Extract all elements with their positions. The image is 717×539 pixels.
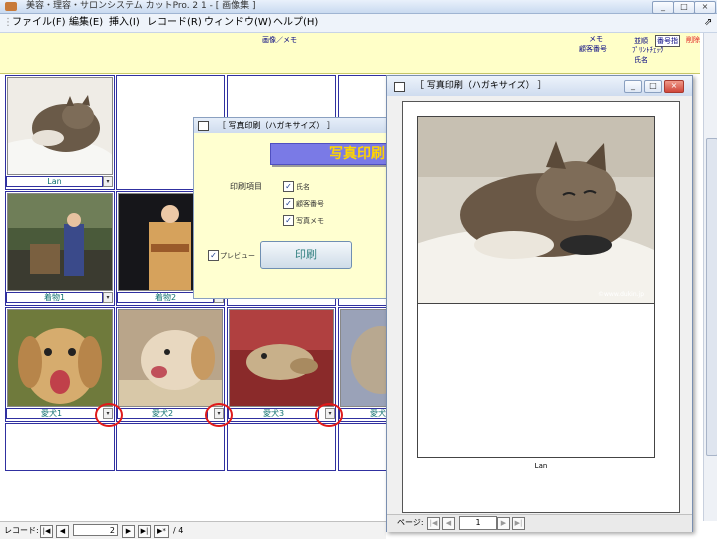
highlight-ring (95, 403, 123, 427)
preview-window-icon (394, 82, 405, 92)
status-bar: レコード: |◀ ◀ 2 ▶ ▶| ▶* / 4 (0, 521, 386, 539)
record-label: レコード: (4, 526, 39, 535)
window-title: 美容・理容・サロンシステム カットPro. 2 1 - [ 画像集 ] (26, 1, 256, 11)
photo-caption: 愛犬2 (117, 408, 208, 419)
photo-caption: 愛犬 (339, 408, 386, 419)
dialog-banner: 写真印刷 (270, 143, 390, 165)
menu-bar: ⋮ ファイル(F) 編集(E) 挿入(I) レコード(R) ウィンドウ(W) ヘ… (0, 14, 717, 33)
photo-caption: 愛犬3 (228, 408, 319, 419)
menu-file[interactable]: ファイル(F) (12, 16, 66, 30)
vertical-scrollbar[interactable] (703, 33, 717, 521)
first-page-button[interactable]: |◀ (427, 517, 440, 530)
print-button[interactable]: 印刷 (260, 241, 352, 269)
print-items-label: 印刷項目 (230, 182, 262, 191)
memo-area (417, 302, 655, 458)
preview-caption: Lan (534, 462, 548, 470)
dog-photo-2 (118, 309, 223, 407)
image-memo-header: 画像／メモ (262, 36, 297, 44)
grid-cell[interactable]: 愛犬 (338, 307, 387, 422)
grid-cell[interactable]: 愛犬2 ▾ (116, 307, 225, 422)
grid-cell[interactable] (338, 423, 387, 471)
grid-cell[interactable]: 愛犬1 ▾ (5, 307, 115, 422)
cat-photo (7, 77, 113, 175)
last-record-button[interactable]: ▶| (138, 525, 151, 538)
highlight-ring (205, 403, 233, 427)
highlight-ring (315, 403, 343, 427)
photo-caption: Lan (6, 176, 103, 187)
menu-help[interactable]: ヘルプ(H) (273, 16, 318, 30)
dialog-title: ［ 写真印刷（ハガキサイズ） ］ (218, 121, 335, 130)
name-checkbox[interactable]: ✓ (283, 181, 294, 192)
grid-cell[interactable]: Lan ▾ (5, 75, 115, 190)
list-header: 画像／メモ メモ 顧客番号 並順 番号指 削除 ﾌﾟﾘﾝﾄﾁｪｯｸ 氏名 (0, 33, 700, 74)
delete-header[interactable]: 削除 (686, 35, 700, 45)
minimize-button[interactable]: _ (652, 1, 674, 14)
preview-label: プレビュー (220, 252, 255, 260)
dialog-icon (198, 121, 209, 131)
record-total: / 4 (173, 526, 184, 535)
banner-text: 写真印刷 (329, 146, 385, 162)
kimono-photo-1 (7, 193, 113, 291)
grid-cell[interactable] (5, 423, 115, 471)
close-button[interactable]: × (694, 1, 716, 14)
preview-title: ［ 写真印刷（ハガキサイズ） ］ (415, 81, 547, 91)
scrollbar-thumb[interactable] (706, 138, 717, 456)
preview-close-button[interactable]: × (664, 80, 684, 93)
name-header: 氏名 (634, 56, 648, 64)
prev-record-button[interactable]: ◀ (56, 525, 69, 538)
preview-title-bar: ［ 写真印刷（ハガキサイズ） ］ _ □ × (387, 76, 692, 96)
preview-restore-button[interactable]: □ (644, 80, 662, 93)
preview-minimize-button[interactable]: _ (624, 80, 642, 93)
photo-caption: 着物1 (6, 292, 103, 303)
name-option-label: 氏名 (296, 183, 310, 191)
dog-photo-1 (7, 309, 113, 407)
next-record-button[interactable]: ▶ (122, 525, 135, 538)
first-record-button[interactable]: |◀ (40, 525, 53, 538)
dropdown-icon[interactable]: ▾ (103, 292, 113, 303)
photo-memo-checkbox[interactable]: ✓ (283, 215, 294, 226)
dialog-title-bar: ［ 写真印刷（ハガキサイズ） ］ (194, 118, 390, 133)
page-number-field[interactable]: 1 (459, 516, 497, 530)
preview-checkbox[interactable]: ✓ (208, 250, 219, 261)
record-number-field[interactable]: 2 (73, 524, 118, 536)
grid-cell[interactable]: 着物1 ▾ (5, 191, 115, 306)
menu-insert[interactable]: 挿入(I) (109, 16, 140, 30)
dropdown-icon[interactable]: ▾ (103, 176, 113, 187)
photo-watermark: ©www.dukin.jp (598, 291, 645, 298)
app-icon (5, 2, 17, 11)
next-page-button[interactable]: ▶ (497, 517, 510, 530)
customer-no-checkbox[interactable]: ✓ (283, 198, 294, 209)
menu-edit[interactable]: 編集(E) (69, 16, 103, 30)
dog-photo-3 (229, 309, 334, 407)
page-label: ページ: (397, 518, 424, 527)
last-page-button[interactable]: ▶| (512, 517, 525, 530)
print-dialog: ［ 写真印刷（ハガキサイズ） ］ 写真印刷 印刷項目 ✓ 氏名 ✓ 顧客番号 ✓… (193, 117, 391, 299)
preview-cat-photo: ©www.dukin.jp (417, 116, 655, 304)
photo-memo-option-label: 写真メモ (296, 217, 324, 225)
grid-cell[interactable] (227, 423, 336, 471)
postcard-page: ©www.dukin.jp Lan (402, 101, 680, 513)
title-bar: 美容・理容・サロンシステム カットPro. 2 1 - [ 画像集 ] _ □ … (0, 0, 717, 14)
pin-icon[interactable]: ⇗ (704, 16, 712, 30)
memo-header: メモ (589, 35, 603, 43)
dog-photo-4 (340, 309, 386, 407)
print-check-header: ﾌﾟﾘﾝﾄﾁｪｯｸ (632, 46, 664, 54)
prev-page-button[interactable]: ◀ (442, 517, 455, 530)
new-record-button[interactable]: ▶* (154, 525, 169, 538)
menu-window[interactable]: ウィンドウ(W) (204, 16, 272, 30)
restore-button[interactable]: □ (673, 1, 695, 14)
photo-caption: 愛犬1 (6, 408, 97, 419)
print-preview-window: ［ 写真印刷（ハガキサイズ） ］ _ □ × ©www.dukin.jp Lan… (386, 75, 693, 532)
menu-record[interactable]: レコード(R) (147, 16, 202, 30)
customer-no-option-label: 顧客番号 (296, 200, 324, 208)
grid-cell[interactable] (116, 423, 225, 471)
preview-status-bar: ページ: |◀ ◀ 1 ▶ ▶| (387, 514, 692, 532)
customer-no-header: 顧客番号 (579, 45, 607, 53)
